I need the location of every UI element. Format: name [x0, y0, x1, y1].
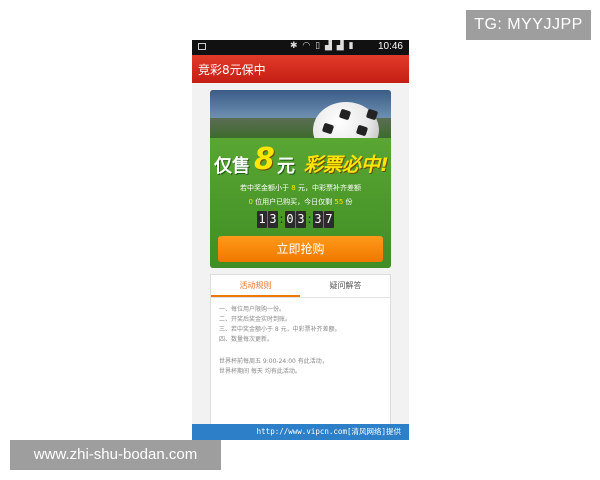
- info-tabs: 活动规则 疑问解答: [211, 275, 390, 298]
- info-card: 活动规则 疑问解答 一、每位用户限购一份。 二、开奖后奖金实时到账。 三、若中奖…: [210, 274, 391, 440]
- headline-suffix: 彩票必中!: [304, 154, 389, 176]
- countdown-digit: 1: [257, 211, 267, 228]
- promo-banner: 仅售 8 元 彩票必中! 若中奖金额小于 8 元，中彩票补齐差额 0 位用户已购…: [210, 90, 391, 268]
- status-bar: ✱ ◠ ▯ ▟ ▟ ▮ 10:46: [192, 40, 409, 55]
- countdown-separator: :: [279, 212, 284, 226]
- app-title: 竞彩8元保中: [198, 63, 266, 77]
- image-icon: [198, 43, 206, 50]
- signal-icon: ▟: [336, 41, 345, 51]
- vibrate-icon: ▯: [315, 41, 322, 51]
- remaining-count: 55: [334, 198, 344, 206]
- footer-bar: http://www.vipcn.com[清风网络]提供: [192, 424, 409, 440]
- rules-list: 一、每位用户限购一份。 二、开奖后奖金实时到账。 三、若中奖金额小于 8 元，中…: [219, 305, 341, 345]
- headline-unit: 元: [277, 156, 295, 177]
- tab-activity-rules[interactable]: 活动规则: [211, 275, 300, 297]
- list-item: 世界杯期间 每天 均有此活动。: [219, 368, 301, 375]
- countdown-digit: 3: [296, 211, 306, 228]
- 4g-signal-icon: ▟: [324, 41, 333, 51]
- watermark-bottom-left: www.zhi-shu-bodan.com: [10, 440, 221, 470]
- battery-icon: ▮: [348, 41, 355, 51]
- wifi-icon: ◠: [302, 41, 312, 51]
- list-item: 一、每位用户限购一份。: [219, 306, 286, 313]
- bluetooth-icon: ✱: [290, 41, 299, 51]
- countdown-digit: 7: [324, 211, 334, 228]
- countdown-digit: 3: [268, 211, 278, 228]
- status-time: 10:46: [377, 41, 403, 52]
- stock-line: 0 位用户已购买，今日仅剩 55 份: [248, 198, 353, 206]
- list-item: 世界杯前每周五 9:00-24:00 有此活动，: [219, 358, 328, 365]
- guarantee-amount: 8: [291, 184, 296, 192]
- list-item: 四、数量每次更新。: [219, 336, 274, 343]
- buyer-count: 0: [248, 198, 253, 206]
- phone-screen: ✱ ◠ ▯ ▟ ▟ ▮ 10:46 竞彩8元保中 仅售 8 元 彩票必中! 若中…: [192, 40, 409, 440]
- headline-number: 8: [254, 142, 275, 177]
- watermark-top-right: TG: MYYJJPP: [466, 10, 591, 40]
- tab-faq[interactable]: 疑问解答: [301, 275, 390, 297]
- footer-credit-link[interactable]: http://www.vipcn.com[清风网络]提供: [257, 426, 401, 437]
- schedule-notes: 世界杯前每周五 9:00-24:00 有此活动， 世界杯期间 每天 均有此活动。: [219, 357, 328, 377]
- guarantee-line: 若中奖金额小于 8 元，中彩票补齐差额: [240, 184, 361, 192]
- countdown-separator: :: [307, 212, 312, 226]
- headline-prefix: 仅售: [214, 156, 250, 177]
- app-title-bar: 竞彩8元保中: [192, 55, 409, 83]
- countdown-digit: 0: [285, 211, 295, 228]
- status-icons: ✱ ◠ ▯ ▟ ▟ ▮: [290, 41, 355, 51]
- countdown-digit: 3: [313, 211, 323, 228]
- list-item: 三、若中奖金额小于 8 元，中彩票补齐差额。: [219, 326, 341, 333]
- countdown-timer: 13:03:37: [257, 211, 335, 228]
- headline: 仅售 8 元 彩票必中!: [214, 142, 389, 178]
- buy-now-button[interactable]: 立即抢购: [218, 236, 383, 262]
- list-item: 二、开奖后奖金实时到账。: [219, 316, 292, 323]
